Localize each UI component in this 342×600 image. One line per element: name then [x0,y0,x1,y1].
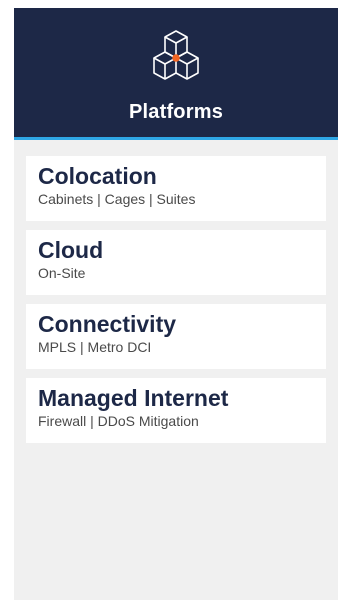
menu-item-subtitle: MPLS | Metro DCI [38,339,152,355]
menu-item-title: Connectivity [38,311,177,337]
menu-item-colocation[interactable]: Colocation Cabinets | Cages | Suites [26,156,326,221]
menu-item-cloud[interactable]: Cloud On-Site [26,230,326,295]
platforms-menu: Colocation Cabinets | Cages | Suites Clo… [14,140,338,443]
menu-item-subtitle: On-Site [38,265,86,281]
menu-item-subtitle: Firewall | DDoS Mitigation [38,413,199,429]
platforms-panel: Platforms Colocation Cabinets | Cages | … [14,8,338,600]
cubes-icon [153,30,199,80]
menu-item-title: Managed Internet [38,385,229,411]
platforms-header: Platforms [14,8,338,140]
menu-item-title: Colocation [38,163,157,189]
menu-item-title: Cloud [38,237,104,263]
menu-item-subtitle: Cabinets | Cages | Suites [38,191,196,207]
menu-item-connectivity[interactable]: Connectivity MPLS | Metro DCI [26,304,326,369]
menu-item-managed-internet[interactable]: Managed Internet Firewall | DDoS Mitigat… [26,378,326,443]
page-title: Platforms [128,101,224,123]
